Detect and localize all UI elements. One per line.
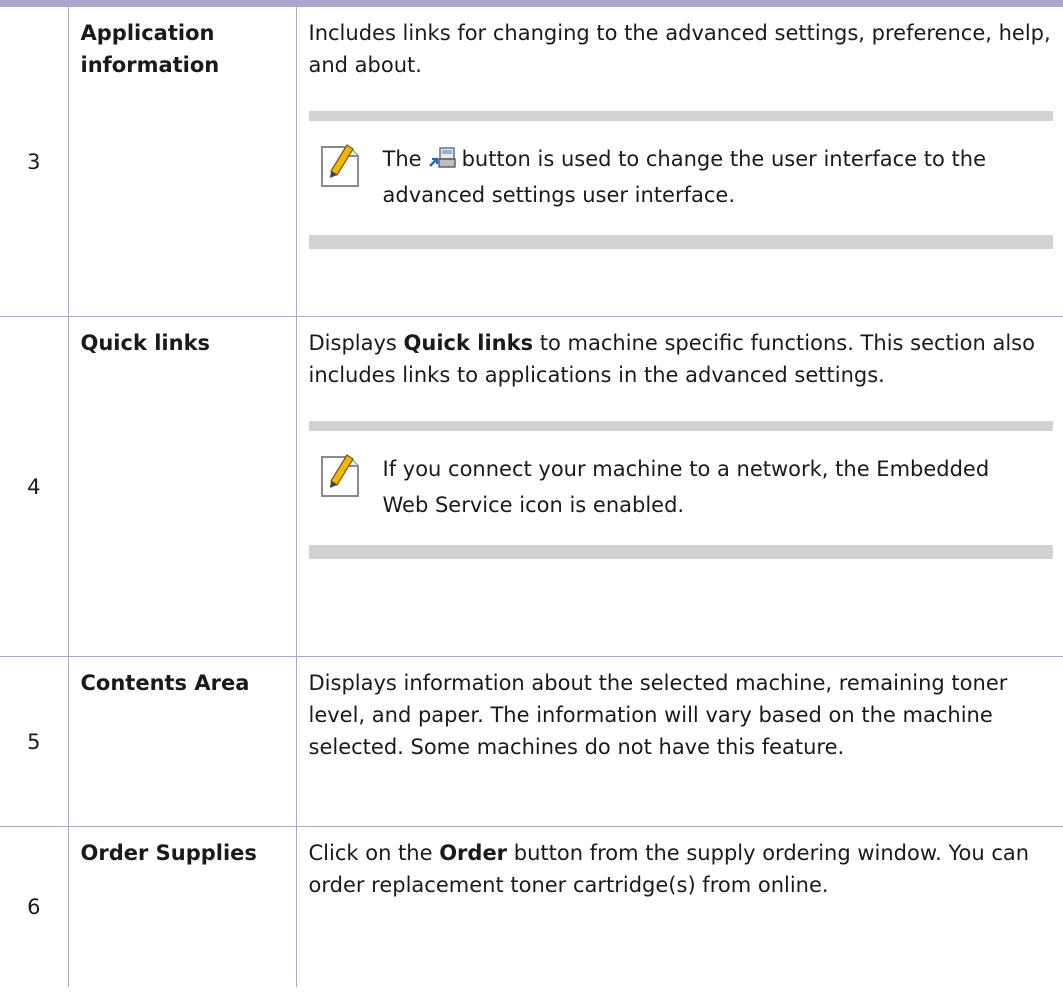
row-name: Order Supplies — [67, 826, 297, 987]
row-name-line: Application — [80, 21, 215, 45]
row-name: Application information — [67, 6, 297, 317]
description-bold: Quick links — [403, 331, 534, 355]
description-table: 3 Application information Includes links… — [0, 6, 1063, 987]
note-text: The button is used to change the user in… — [309, 121, 1053, 235]
advanced-mode-switch-icon — [428, 147, 456, 168]
row-description: Includes links for changing to the advan… — [295, 6, 1063, 317]
note-text-after: button is used to change the user interf… — [382, 147, 987, 207]
description-text: Displays Quick links to machine specific… — [309, 327, 1052, 391]
note-pencil-icon — [320, 454, 359, 497]
row-number: 3 — [0, 6, 69, 317]
note-text: If you connect your machine to a network… — [382, 457, 990, 517]
row-number: 4 — [0, 316, 69, 657]
note-box: If you connect your machine to a network… — [308, 421, 1053, 559]
description-before: Click on the — [308, 841, 433, 865]
table-row: 4 Quick links Displays Quick links to ma… — [0, 316, 1063, 657]
row-number: 6 — [0, 826, 69, 987]
note-pencil-icon — [320, 144, 359, 187]
row-description: Click on the Order button from the suppl… — [295, 826, 1063, 987]
table-row: 5 Contents Area Displays information abo… — [0, 656, 1063, 827]
note-box: The button is used to change the user in… — [308, 111, 1053, 249]
description-before: Displays — [308, 331, 397, 355]
description-text: Includes links for changing to the advan… — [308, 21, 1051, 77]
row-name-line: information — [80, 53, 220, 77]
table-row: 6 Order Supplies Click on the Order butt… — [0, 826, 1063, 987]
row-number: 5 — [0, 656, 69, 827]
row-description: Displays information about the selected … — [295, 656, 1063, 827]
row-description: Displays Quick links to machine specific… — [295, 316, 1063, 657]
row-name: Contents Area — [67, 656, 297, 827]
table-row: 3 Application information Includes links… — [0, 6, 1063, 317]
description-bold: Order — [439, 841, 508, 865]
note-text-before: The — [382, 147, 422, 171]
row-name: Quick links — [67, 316, 297, 657]
